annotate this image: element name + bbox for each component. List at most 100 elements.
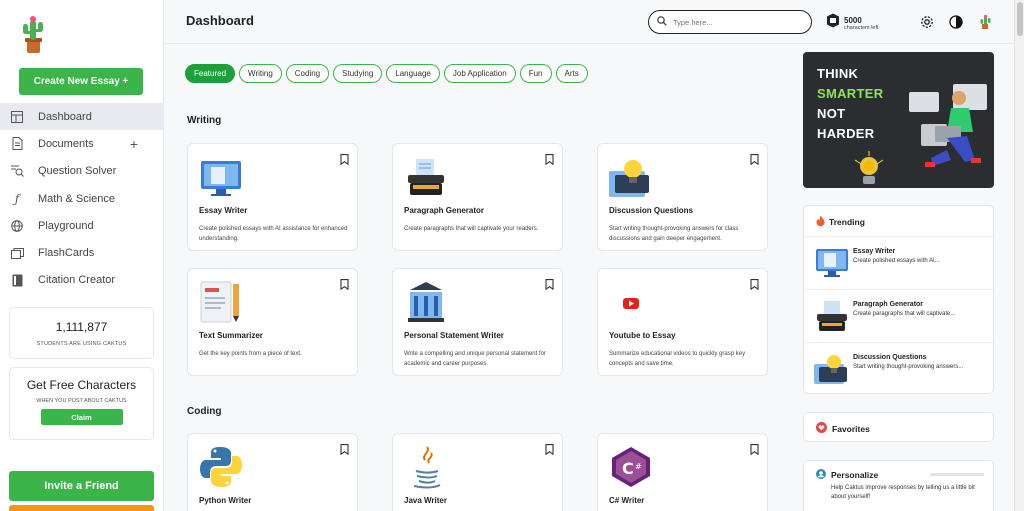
favorites-panel[interactable]: Favorites: [803, 412, 994, 442]
bookmark-icon[interactable]: [545, 277, 554, 295]
sidebar-item-documents[interactable]: Documents +: [0, 130, 164, 157]
students-count: 1,111,877: [55, 320, 108, 334]
bookmark-icon[interactable]: [750, 442, 759, 460]
bookmark-icon[interactable]: [340, 442, 349, 460]
filter-language[interactable]: Language: [386, 64, 440, 83]
characters-label: characters left: [844, 24, 879, 31]
filter-fun[interactable]: Fun: [519, 64, 552, 83]
search-list-icon: [10, 164, 24, 178]
caktus-logo[interactable]: [18, 12, 48, 56]
progress-placeholder: [930, 473, 984, 476]
students-stat-text: STUDENTS ARE USING CAKTUS: [36, 341, 127, 347]
tool-card-java-writer[interactable]: Java Writer: [392, 433, 563, 511]
tool-name: Youtube to Essay: [609, 331, 676, 340]
theme-toggle-icon[interactable]: [948, 14, 964, 30]
character-badge-icon: [826, 13, 840, 33]
monitor-icon: [814, 246, 850, 280]
bookmark-icon[interactable]: [545, 152, 554, 170]
personalize-panel[interactable]: Personalize Help Caktus improve response…: [803, 460, 994, 511]
trending-item-description: Create paragraphs that will captivate...: [853, 311, 956, 317]
filter-job-application[interactable]: Job Application: [443, 64, 516, 83]
create-new-essay-button[interactable]: Create New Essay +: [19, 68, 143, 95]
tool-card-personal-statement-writer[interactable]: Personal Statement Writer Write a compel…: [392, 268, 563, 376]
trending-item-paragraph-generator[interactable]: Paragraph Generator Create paragraphs th…: [804, 289, 993, 342]
filter-studying[interactable]: Studying: [333, 64, 383, 83]
svg-text:C: C: [622, 459, 634, 478]
lightbulb-icon: [609, 155, 653, 199]
sidebar-item-playground[interactable]: Playground: [0, 212, 164, 239]
favorites-header: Favorites: [816, 422, 870, 435]
user-circle-icon: [816, 469, 826, 481]
svg-text:#: #: [635, 462, 642, 471]
sidebar-item-flashcards[interactable]: FlashCards: [0, 239, 164, 266]
sidebar-item-math-science[interactable]: ƒ Math & Science: [0, 185, 164, 212]
sidebar-item-label: FlashCards: [38, 247, 95, 260]
orange-button-edge[interactable]: [9, 505, 154, 511]
tool-description: Summarize educational videos to quickly …: [609, 351, 746, 367]
banner-line-2: SMARTER: [817, 86, 884, 101]
university-icon: [404, 280, 448, 324]
trending-title: Trending: [829, 216, 865, 227]
tool-name: Discussion Questions: [609, 206, 694, 215]
tool-card-python-writer[interactable]: Python Writer: [187, 433, 358, 511]
filter-arts[interactable]: Arts: [555, 64, 588, 83]
lightbulb-icon: [814, 352, 850, 386]
youtube-icon: [609, 280, 653, 324]
tool-name: Essay Writer: [199, 206, 248, 215]
tool-name: Paragraph Generator: [404, 206, 485, 215]
search-icon: [657, 13, 667, 31]
filter-featured[interactable]: Featured: [185, 64, 236, 83]
search-box[interactable]: [648, 10, 812, 34]
free-characters-title: Get Free Characters: [26, 378, 137, 392]
sidebar-nav: Dashboard Documents + Question Solver ƒ …: [0, 103, 164, 294]
bookmark-icon[interactable]: [750, 152, 759, 170]
search-input[interactable]: [673, 17, 803, 27]
sidebar-item-citation-creator[interactable]: Citation Creator: [0, 267, 164, 294]
page-scrollbar[interactable]: [1014, 0, 1024, 511]
scrollbar-thumb[interactable]: [1017, 2, 1023, 36]
claim-button[interactable]: Claim: [40, 409, 123, 425]
tool-card-essay-writer[interactable]: Essay Writer Create polished essays with…: [187, 143, 358, 251]
promo-banner[interactable]: THINK SMARTER NOT HARDER: [803, 52, 994, 188]
page-title: Dashboard: [186, 13, 254, 28]
characters-left: 5000 characters left: [826, 13, 879, 33]
sidebar-item-label: Math & Science: [38, 192, 116, 205]
bookmark-icon[interactable]: [340, 152, 349, 170]
tool-card-csharp-writer[interactable]: C # C# Writer: [597, 433, 768, 511]
tool-description: Create paragraphs that will captivate yo…: [404, 226, 539, 232]
filter-writing[interactable]: Writing: [239, 64, 282, 83]
tool-name: C# Writer: [609, 496, 645, 505]
tool-card-text-summarizer[interactable]: Text Summarizer Get the key points from …: [187, 268, 358, 376]
bookmark-icon[interactable]: [750, 277, 759, 295]
book-icon: [10, 273, 24, 287]
bookmark-icon[interactable]: [340, 277, 349, 295]
students-stat-card: 1,111,877 STUDENTS ARE USING CAKTUS: [9, 307, 154, 359]
bookmark-icon[interactable]: [545, 442, 554, 460]
trending-item-name: Discussion Questions: [853, 354, 927, 361]
category-filters: Featured Writing Coding Studying Languag…: [185, 64, 588, 83]
trending-item-name: Essay Writer: [853, 248, 896, 255]
trending-panel: Trending Essay Writer Create polished es…: [803, 205, 994, 394]
function-icon: ƒ: [14, 191, 20, 206]
sidebar-item-dashboard[interactable]: Dashboard: [0, 103, 164, 131]
trending-item-essay-writer[interactable]: Essay Writer Create polished essays with…: [804, 236, 993, 289]
trending-item-description: Create polished essays with AI...: [853, 258, 940, 264]
tool-name: Java Writer: [404, 496, 447, 505]
document-icon: [10, 137, 24, 151]
tool-card-discussion-questions[interactable]: Discussion Questions Start writing thoug…: [597, 143, 768, 251]
filter-coding[interactable]: Coding: [285, 64, 330, 83]
tool-card-paragraph-generator[interactable]: Paragraph Generator Create paragraphs th…: [392, 143, 563, 251]
tool-name: Personal Statement Writer: [404, 331, 504, 340]
java-icon: [404, 445, 448, 489]
invite-friend-button[interactable]: Invite a Friend: [9, 471, 154, 501]
csharp-icon: C #: [609, 445, 653, 489]
sidebar-item-question-solver[interactable]: Question Solver: [0, 158, 164, 185]
tool-card-youtube-to-essay[interactable]: Youtube to Essay Summarize educational v…: [597, 268, 768, 376]
characters-count: 5000: [844, 15, 862, 25]
settings-gear-icon[interactable]: [919, 14, 935, 30]
section-title-coding: Coding: [187, 406, 222, 417]
trending-item-discussion-questions[interactable]: Discussion Questions Start writing thoug…: [804, 342, 993, 395]
tool-description: Start writing thought-provoking answers …: [609, 226, 739, 242]
add-document-button[interactable]: +: [130, 136, 138, 152]
avatar[interactable]: [977, 14, 993, 30]
